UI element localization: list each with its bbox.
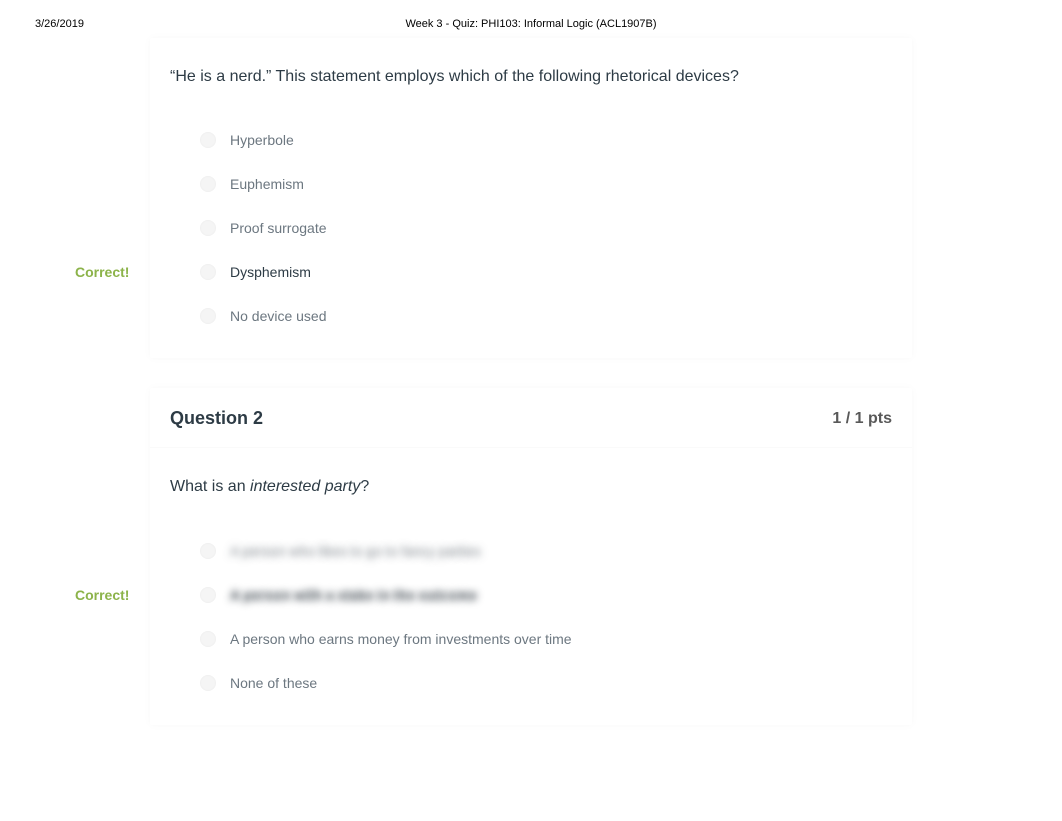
answer-text: None of these [230,675,317,691]
content-area: “He is a nerd.” This statement employs w… [0,38,1062,725]
radio-icon [200,587,216,603]
question-2-title: Question 2 [170,408,263,429]
answer-text: Proof surrogate [230,220,327,236]
answer-row[interactable]: Proof surrogate [170,206,892,250]
answer-row-correct[interactable]: Correct! A person with a stake in the ou… [170,573,892,617]
correct-label: Correct! [75,264,129,280]
q2-text-italic: interested party [250,478,360,495]
question-2-header: Question 2 1 / 1 pts [150,388,912,448]
answer-text: Hyperbole [230,132,294,148]
radio-icon [200,220,216,236]
answer-row[interactable]: Euphemism [170,162,892,206]
question-1-wrap: “He is a nerd.” This statement employs w… [0,38,1062,358]
correct-label: Correct! [75,587,129,603]
radio-icon [200,543,216,559]
question-1-body: “He is a nerd.” This statement employs w… [150,38,912,358]
answer-text: Dysphemism [230,264,311,280]
answer-text: A person with a stake in the outcome [230,587,477,603]
question-2-points: 1 / 1 pts [832,410,892,428]
answer-row[interactable]: A person who earns money from investment… [170,617,892,661]
header-title: Week 3 - Quiz: PHI103: Informal Logic (A… [405,18,656,30]
question-1-answers: Hyperbole Euphemism Proof surrogate Corr… [170,118,892,338]
answer-text: A person who likes to go to fancy partie… [230,543,481,559]
answer-row[interactable]: Hyperbole [170,118,892,162]
answer-text: Euphemism [230,176,304,192]
header-date: 3/26/2019 [35,18,84,30]
answer-row-correct[interactable]: Correct! Dysphemism [170,250,892,294]
radio-icon [200,264,216,280]
radio-icon [200,176,216,192]
q2-text-pre: What is an [170,478,250,495]
radio-icon [200,631,216,647]
radio-icon [200,308,216,324]
answer-row[interactable]: No device used [170,294,892,338]
answer-text: No device used [230,308,327,324]
answer-row[interactable]: A person who likes to go to fancy partie… [170,529,892,573]
question-2-text: What is an interested party? [170,476,892,498]
question-2-card: Question 2 1 / 1 pts What is an interest… [150,388,912,724]
question-1-text: “He is a nerd.” This statement employs w… [170,66,892,88]
radio-icon [200,132,216,148]
q2-text-post: ? [360,478,369,495]
answer-row[interactable]: None of these [170,661,892,705]
question-1-card: “He is a nerd.” This statement employs w… [150,38,912,358]
question-2-answers: A person who likes to go to fancy partie… [170,529,892,705]
answer-text: A person who earns money from investment… [230,631,572,647]
question-2-wrap: Question 2 1 / 1 pts What is an interest… [0,388,1062,724]
radio-icon [200,675,216,691]
question-2-body: What is an interested party? A person wh… [150,448,912,724]
